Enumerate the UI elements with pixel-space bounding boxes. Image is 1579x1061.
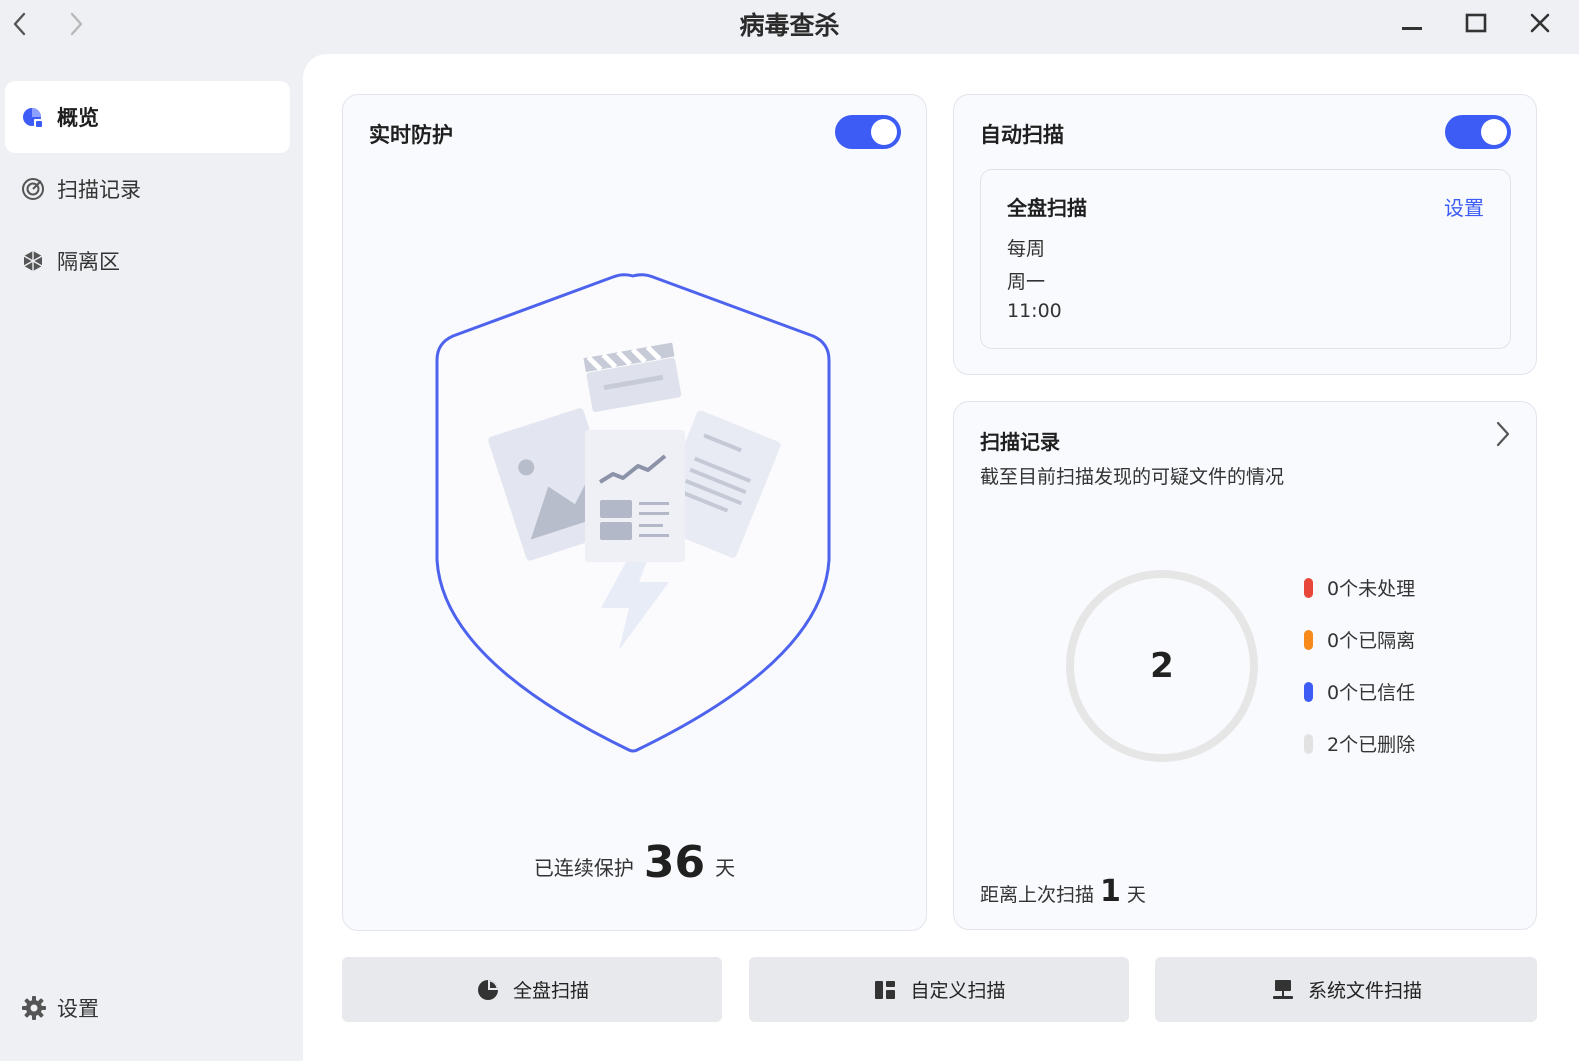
overview-icon [21,105,45,129]
protect-prefix: 已连续保护 [533,856,634,880]
legend-dot-orange [1304,629,1313,650]
protect-days-text: 已连续保护 36 天 [343,835,926,888]
full-scan-label: 全盘扫描 [512,980,589,1002]
legend-dot-gray [1304,733,1313,754]
quarantine-icon [21,249,45,273]
sidebar-item-overview[interactable]: 概览 [5,81,290,153]
maximize-icon [1465,13,1487,33]
custom-scan-label: 自定义扫描 [910,980,1006,1002]
records-title: 扫描记录 [980,430,1060,454]
records-open-button[interactable] [1488,418,1518,450]
sidebar-item-label: 扫描记录 [57,178,141,202]
legend-label: 2个已删除 [1327,734,1416,756]
schedule-settings-link[interactable]: 设置 [1444,192,1484,221]
main-content: 实时防护 已连续保护 36 天 自动扫描 全盘扫描 设置 每周 周一 11:00… [303,54,1579,1061]
legend-label: 0个已隔离 [1327,630,1416,652]
schedule-time: 11:00 [1007,300,1062,322]
maximize-button[interactable] [1456,4,1496,42]
records-total: 2 [1150,646,1174,686]
full-scan-button[interactable]: 全盘扫描 [342,957,722,1022]
sidebar-item-quarantine[interactable]: 隔离区 [5,225,290,297]
auto-scan-title: 自动扫描 [980,123,1064,147]
computer-icon [1270,977,1296,1003]
realtime-protection-card: 实时防护 已连续保护 36 天 [342,94,927,931]
chevron-right-icon [70,12,83,36]
close-icon [1530,13,1550,33]
scan-records-card[interactable]: 扫描记录 截至目前扫描发现的可疑文件的情况 2 0个未处理 0个已隔离 0个已信… [953,401,1537,930]
shield-illustration-icon [435,273,831,753]
schedule-day: 周一 [1007,271,1046,293]
legend-unprocessed: 0个未处理 [1304,574,1415,601]
realtime-toggle[interactable] [835,115,901,149]
close-button[interactable] [1520,4,1560,42]
last-scan-prefix: 距离上次扫描 [980,884,1095,906]
forward-button[interactable] [58,6,94,42]
legend-dot-blue [1304,681,1313,702]
sidebar-item-scan-record[interactable]: 扫描记录 [5,153,290,225]
legend-deleted: 2个已删除 [1304,730,1415,757]
title-bar: 病毒查杀 [0,0,1579,54]
scan-record-icon [21,177,45,201]
auto-scan-card: 自动扫描 全盘扫描 设置 每周 周一 11:00 [953,94,1537,375]
last-scan-suffix: 天 [1126,884,1146,906]
legend-dot-red [1304,577,1313,598]
legend-trusted: 0个已信任 [1304,678,1415,705]
last-scan-text: 距离上次扫描 1 天 [980,874,1146,909]
gear-icon [21,995,47,1021]
system-scan-button[interactable]: 系统文件扫描 [1155,957,1537,1022]
minimize-button[interactable] [1392,4,1432,42]
auto-scan-toggle[interactable] [1445,115,1511,149]
schedule-frequency: 每周 [1007,238,1046,260]
pie-icon [475,977,501,1003]
last-scan-days: 1 [1100,874,1121,909]
chevron-right-icon [1496,421,1510,447]
sidebar: 概览 扫描记录 隔离区 设置 [0,54,303,1061]
window-title: 病毒查杀 [739,11,840,40]
protect-suffix: 天 [715,856,736,880]
minimize-icon [1402,27,1422,30]
sidebar-item-label: 隔离区 [57,250,120,274]
schedule-title: 全盘扫描 [1007,196,1087,220]
legend-quarantined: 0个已隔离 [1304,626,1415,653]
protect-days: 36 [643,837,706,888]
chevron-left-icon [13,12,26,36]
back-button[interactable] [2,6,38,42]
sidebar-item-label: 概览 [57,106,99,130]
legend-label: 0个已信任 [1327,682,1416,704]
system-scan-label: 系统文件扫描 [1307,980,1422,1002]
legend-label: 0个未处理 [1327,578,1416,600]
custom-scan-button[interactable]: 自定义扫描 [749,957,1129,1022]
schedule-card: 全盘扫描 设置 每周 周一 11:00 [980,169,1511,349]
records-subtitle: 截至目前扫描发现的可疑文件的情况 [980,466,1285,488]
realtime-title: 实时防护 [369,123,453,147]
settings-label: 设置 [57,997,99,1021]
sidebar-settings[interactable]: 设置 [5,972,290,1044]
custom-layout-icon [872,977,898,1003]
